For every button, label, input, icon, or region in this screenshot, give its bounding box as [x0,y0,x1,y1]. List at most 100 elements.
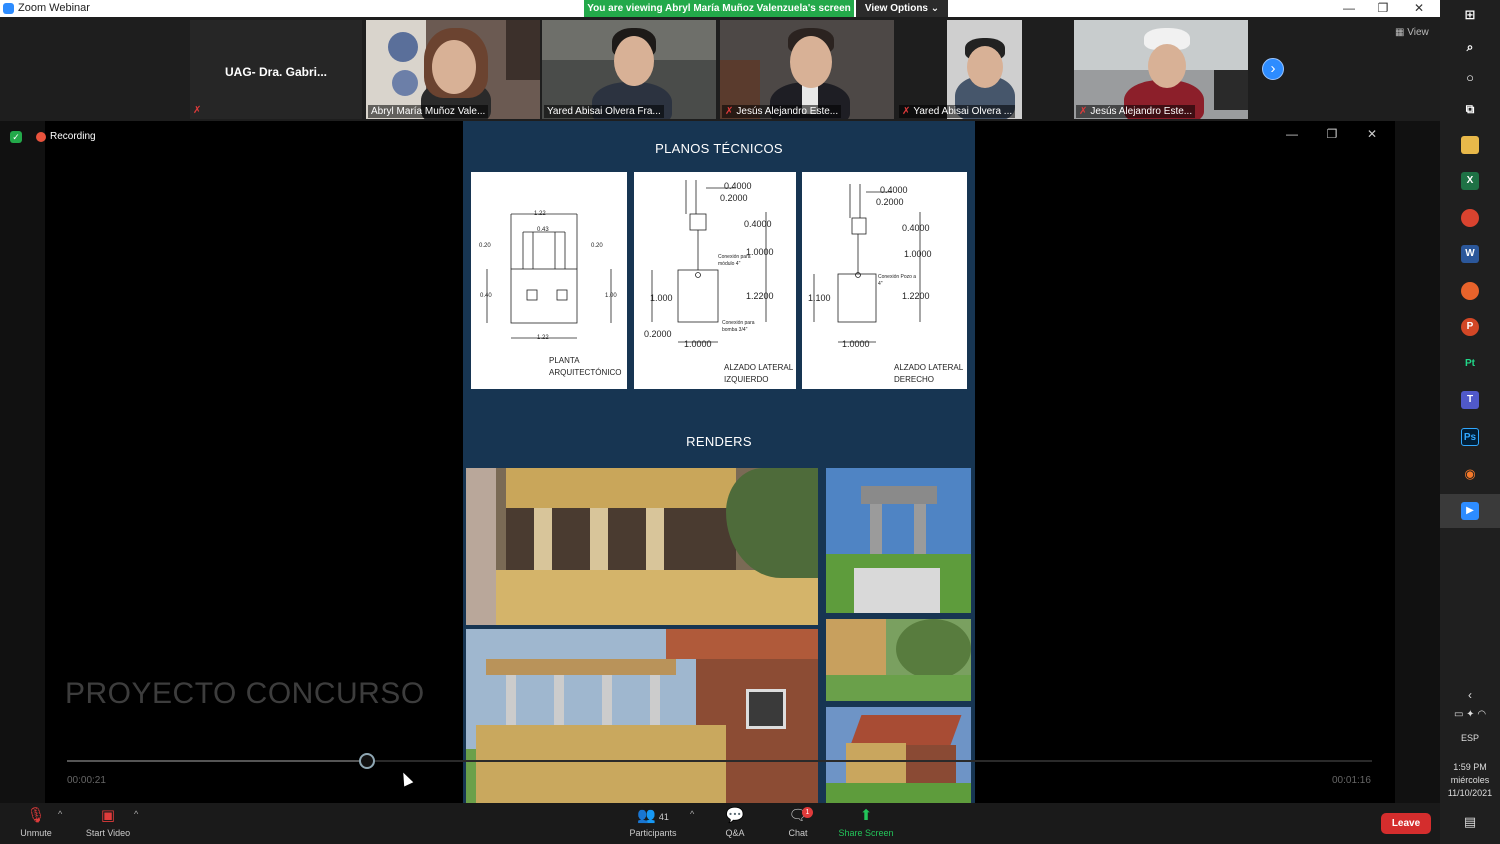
security-shield-icon[interactable]: ✓ [10,131,22,143]
project-title: PROYECTO CONCURSO [65,677,425,710]
share-screen-icon: ⬆ [859,807,873,824]
search-icon[interactable]: ⌕ [1461,38,1479,56]
tray-icons[interactable]: ▭ ✦ ◠ [1440,709,1500,720]
video-options-caret-icon[interactable]: ^ [134,809,138,819]
task-view-icon[interactable]: ⧉ [1461,100,1479,118]
total-time: 00:01:16 [1332,775,1371,786]
host-name: UAG- Dra. Gabri... [225,65,328,79]
zoom-icon[interactable]: ▶ [1461,502,1479,520]
share-screen-button[interactable]: ⬆ Share Screen [836,807,896,838]
participant-name: ✗ Yared Abisai Olvera ... [899,105,1016,118]
presentation-slide: PLANOS TÉCNICOS PLANTA ARQUITECTÓNICO 1.… [463,121,975,803]
participants-count: 41 [658,812,669,822]
video-restore-button[interactable]: ❐ [1322,127,1342,141]
qa-button[interactable]: 💬 Q&A [720,807,750,838]
clock-time[interactable]: 1:59 PM [1440,762,1500,772]
plan-drawing-right-elevation: ALZADO LATERAL DERECHO 0.4000 0.2000 0.4… [802,172,967,389]
chat-button[interactable]: 🗨 1 Chat [784,807,813,838]
dimension-label: 0.2000 [876,197,904,207]
clock-day: miércoles [1450,775,1490,785]
minimize-button[interactable]: — [1334,0,1364,17]
plan-note: Conexión Pozo a 4" [878,274,917,287]
dimension-label: 1.00 [605,293,617,299]
view-options-button[interactable]: View Options ⌄ [856,0,948,17]
tray-expand-icon[interactable]: ‹ [1440,688,1500,702]
video-minimize-button[interactable]: — [1282,127,1302,141]
participants-options-caret-icon[interactable]: ^ [690,809,694,819]
window-title: Zoom Webinar [18,2,90,14]
participant-name: ✗ Jesús Alejandro Este... [1076,105,1196,118]
powerpoint-icon[interactable]: P [1461,318,1479,336]
photoshop-icon[interactable]: Ps [1461,428,1479,446]
render-image [826,707,971,803]
plan-caption: PLANTA ARQUITECTÓNICO [549,356,622,377]
participants-label: Participants [629,828,677,838]
blender-icon[interactable]: ◉ [1461,465,1479,483]
participant-tile[interactable]: Abryl María Muñoz Vale... [366,20,540,119]
chrome-icon[interactable] [1461,209,1479,227]
excel-icon[interactable]: X [1461,172,1479,190]
render-image [466,629,818,803]
renders-heading: RENDERS [686,434,752,449]
host-tile[interactable]: UAG- Dra. Gabri... ✗ [190,20,362,119]
cortana-icon[interactable]: ○ [1461,69,1479,87]
unmute-label: Unmute [20,828,52,838]
start-video-button[interactable]: ▣ Start Video [82,807,134,838]
dimension-label: 0.20 [591,243,603,249]
dimension-label: 0.4000 [744,219,772,229]
dimension-label: 1.000 [650,293,673,303]
unmute-button[interactable]: 🎙 Unmute [16,807,56,838]
plan-drawing-floor: PLANTA ARQUITECTÓNICO 1.22 0.43 0.20 0.2… [471,172,627,389]
plan-drawing-left-elevation: ALZADO LATERAL IZQUIERDO 0.4000 0.2000 0… [634,172,796,389]
clock-date: 11/10/2021 [1447,788,1493,798]
participant-tile[interactable]: Yared Abisai Olvera Fra... [542,20,716,119]
windows-start-icon[interactable]: ⊞ [1461,6,1479,24]
pycharm-icon[interactable]: Pt [1461,355,1479,373]
firefox-icon[interactable] [1461,282,1479,300]
qa-icon: 💬 [725,807,745,824]
chat-unread-badge: 1 [802,807,813,818]
plan-caption: ALZADO LATERAL DERECHO [894,363,964,384]
participant-tile[interactable]: ✗ Jesús Alejandro Este... [1074,20,1248,119]
shared-screen-area: ✓ Recording — ❐ ✕ PROYECTO CONCURSO PLAN… [0,121,1440,803]
dimension-label: 0.4000 [880,185,908,195]
zoom-webinar-window: Zoom Webinar You are viewing Abryl María… [0,0,1500,844]
next-page-arrow-icon[interactable]: › [1262,58,1284,80]
recording-label: Recording [50,131,96,142]
render-image [826,468,971,613]
playback-timeline[interactable] [67,753,1372,769]
language-indicator[interactable]: ESP [1440,733,1500,743]
chat-label: Chat [788,828,808,838]
dimension-label: 0.2000 [720,193,748,203]
timeline-scrubber[interactable] [359,753,375,769]
participants-button[interactable]: 👥 41 Participants [626,807,680,838]
dimension-label: 1.0000 [684,339,712,349]
qa-label: Q&A [725,828,745,838]
video-close-button[interactable]: ✕ [1362,127,1382,141]
dimension-label: 1.2200 [746,291,774,301]
dimension-label: 0.40 [480,293,492,299]
zoom-app-icon [3,3,14,14]
start-video-label: Start Video [85,828,131,838]
participant-name: ✗ Jesús Alejandro Este... [722,105,842,118]
word-icon[interactable]: W [1461,245,1479,263]
participants-icon: 👥 41 [637,807,669,824]
notifications-icon[interactable]: ▤ [1440,814,1500,830]
file-explorer-icon[interactable] [1461,136,1479,154]
windows-taskbar: ⊞ ⌕ ○ ⧉ X W P Pt T Ps ◉ ▶ ‹ ▭ ✦ ◠ ESP 1:… [1440,0,1500,844]
participant-tile[interactable]: ✗ Jesús Alejandro Este... [720,20,894,119]
maximize-button[interactable]: ❐ [1368,0,1398,17]
teams-icon[interactable]: T [1461,391,1479,409]
view-button[interactable]: ▦ View [1395,27,1429,38]
plan-caption: ALZADO LATERAL IZQUIERDO [724,363,794,384]
close-button[interactable]: ✕ [1404,0,1434,17]
dimension-label: 0.4000 [724,181,752,191]
leave-button[interactable]: Leave [1381,813,1431,834]
audio-options-caret-icon[interactable]: ^ [58,809,62,819]
participant-tile[interactable]: ✗ Yared Abisai Olvera ... [897,20,1022,119]
dimension-label: 1.2200 [902,291,930,301]
dimension-label: 0.4000 [902,223,930,233]
dimension-label: 1.0000 [842,339,870,349]
left-elevation-svg [651,180,767,343]
render-image [826,619,971,701]
